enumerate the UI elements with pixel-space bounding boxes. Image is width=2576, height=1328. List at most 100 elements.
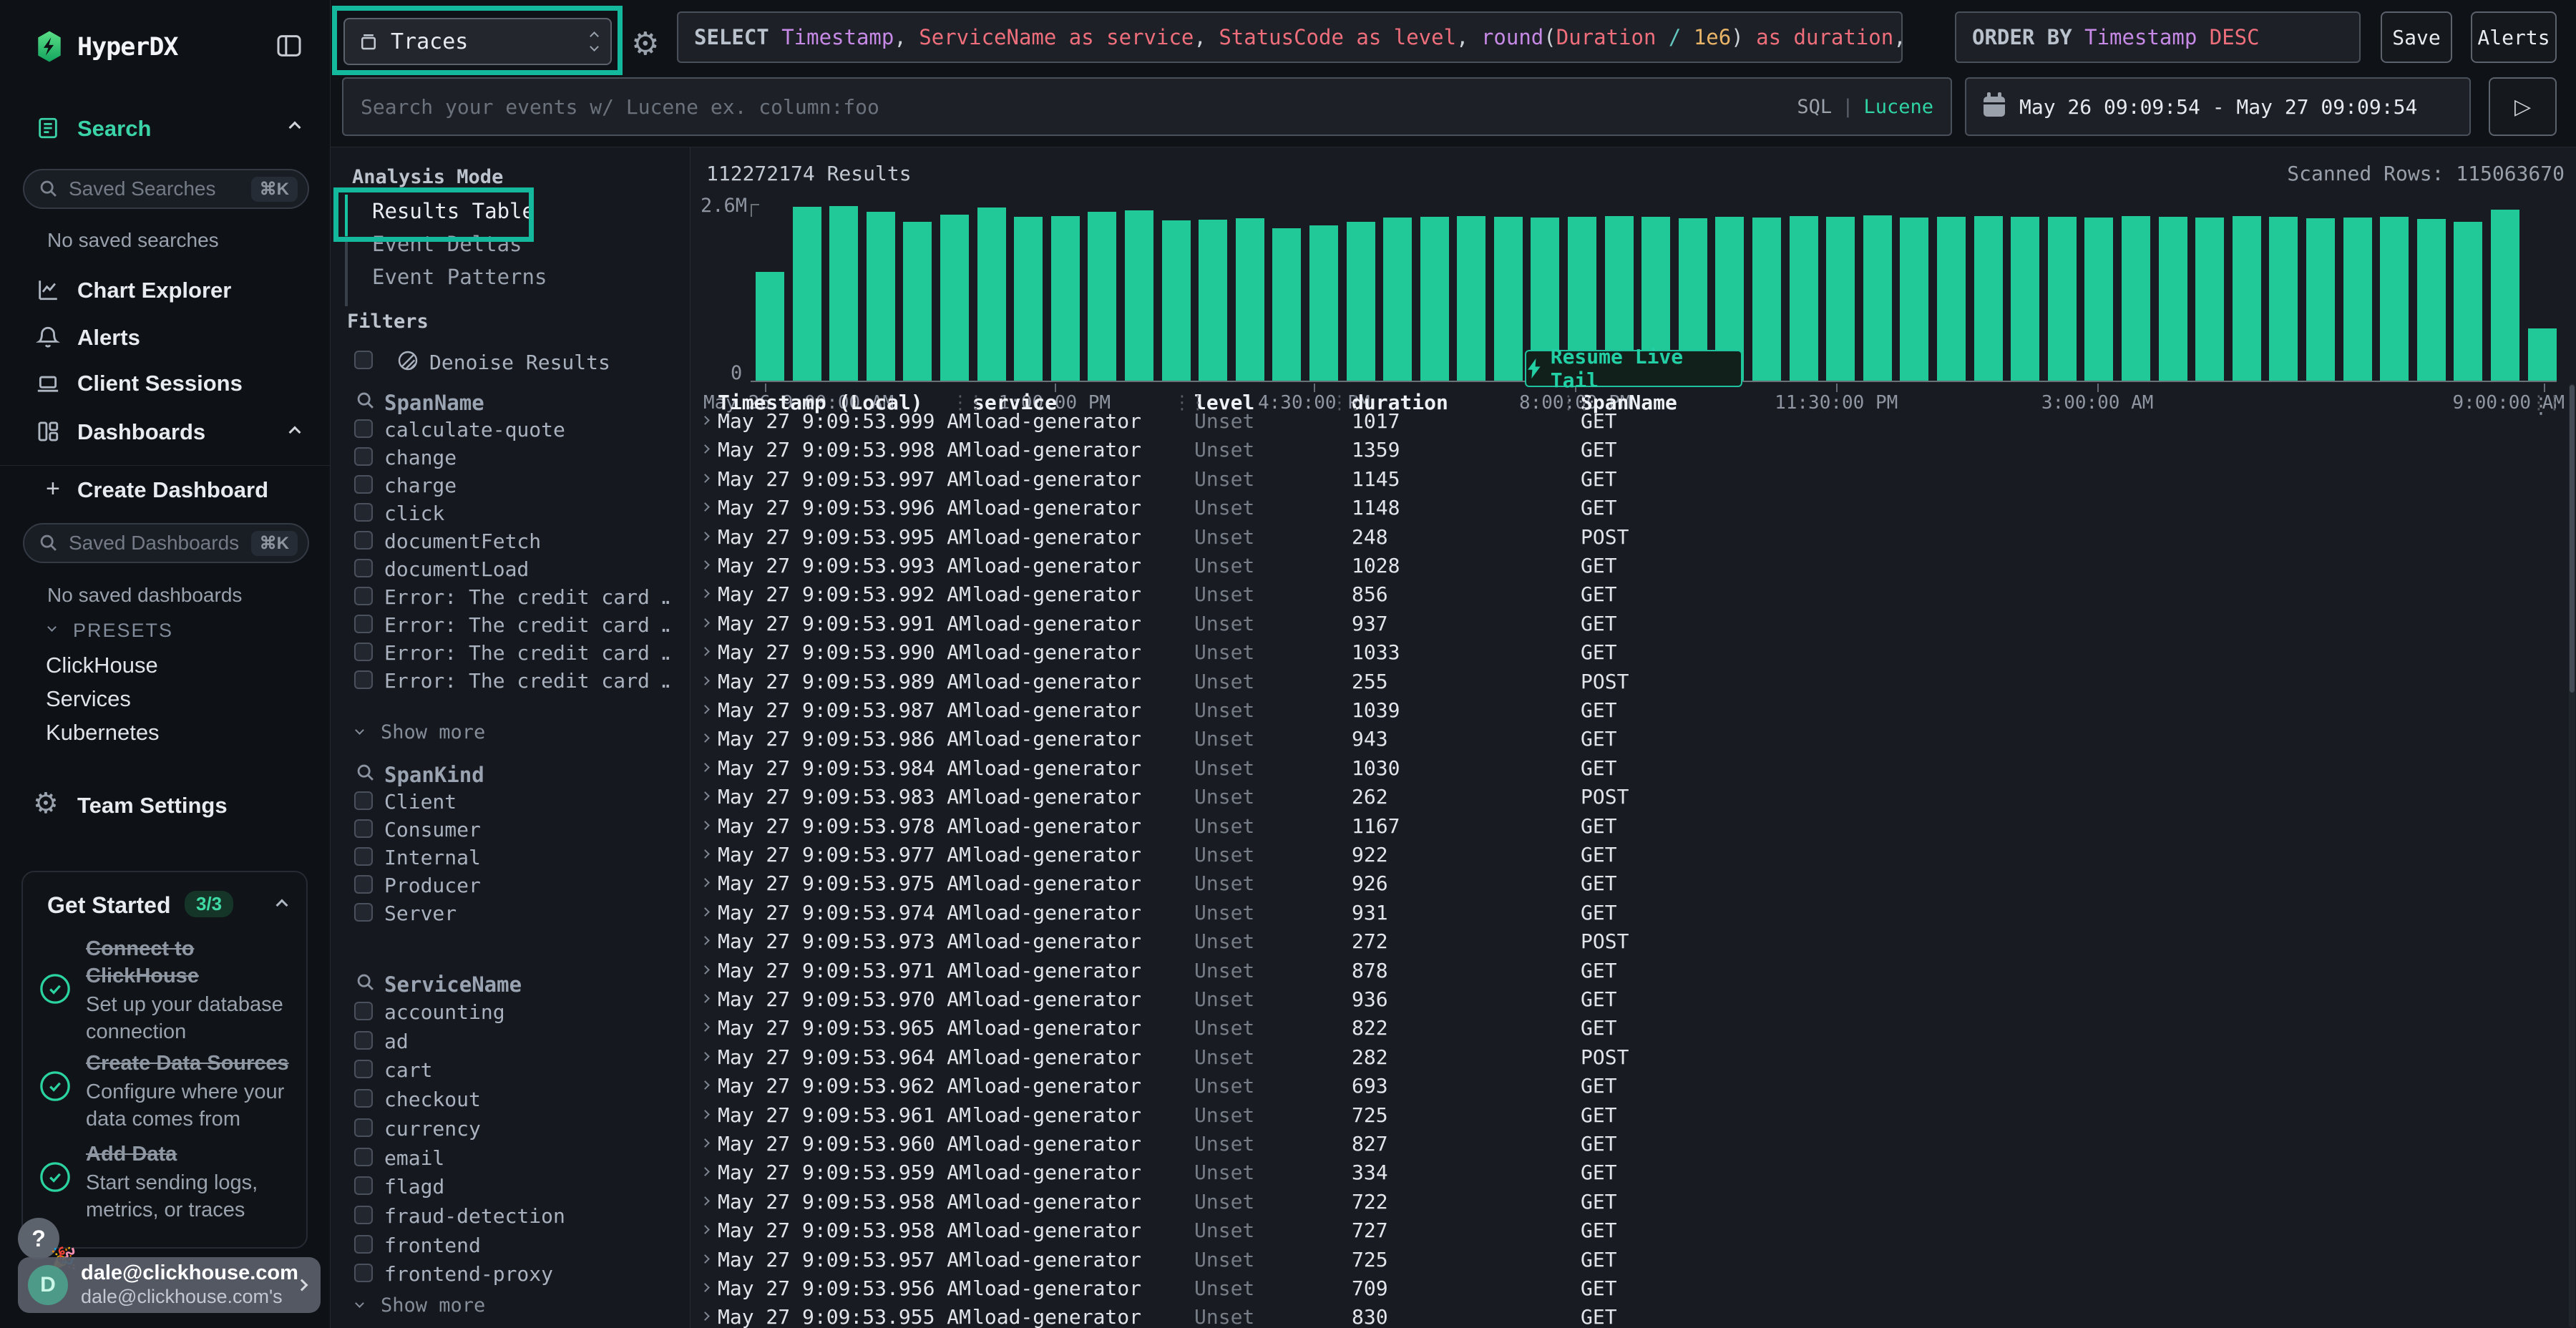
sidebar-item-client-sessions[interactable]: Client Sessions	[77, 371, 243, 396]
table-row[interactable]: May 27 9:09:53.977 AMload-generatorUnset…	[691, 841, 2551, 869]
table-row[interactable]: May 27 9:09:53.978 AMload-generatorUnset…	[691, 812, 2551, 841]
sidebar-preset-services[interactable]: Services	[46, 686, 131, 712]
filter-item-spanname-3[interactable]: click	[384, 502, 444, 525]
table-row[interactable]: May 27 9:09:53.964 AMload-generatorUnset…	[691, 1043, 2551, 1072]
sidebar-item-team-settings[interactable]: Team Settings	[77, 793, 228, 819]
filter-item-spanname-2[interactable]: charge	[384, 474, 457, 497]
histogram-bar-2[interactable]	[829, 206, 858, 381]
saved-searches-input[interactable]: Saved Searches ⌘K	[23, 169, 309, 209]
row-expand-chevron-icon[interactable]	[701, 763, 710, 772]
table-row[interactable]: May 27 9:09:53.987 AMload-generatorUnset…	[691, 696, 2551, 725]
row-expand-chevron-icon[interactable]	[701, 1052, 710, 1061]
filter-checkbox-servicename-2[interactable]	[354, 1060, 373, 1078]
date-range-picker[interactable]: May 26 09:09:54 - May 27 09:09:54	[1965, 77, 2471, 136]
table-row[interactable]: May 27 9:09:53.995 AMload-generatorUnset…	[691, 523, 2551, 552]
filter-checkbox-servicename-3[interactable]	[354, 1089, 373, 1108]
filter-item-servicename-5[interactable]: email	[384, 1146, 444, 1170]
analysis-mode-results-table[interactable]: Results Table	[372, 195, 535, 228]
user-menu[interactable]: D dale@clickhouse.com dale@clickhouse.co…	[18, 1257, 321, 1313]
filter-item-spanname-6[interactable]: Error: The credit card …	[384, 585, 670, 609]
sidebar-item-dashboards[interactable]: Dashboards	[77, 419, 205, 445]
histogram-bar-42[interactable]	[2306, 218, 2335, 381]
histogram-bar-39[interactable]	[2195, 218, 2224, 381]
histogram-bar-11[interactable]	[1162, 220, 1191, 381]
table-row[interactable]: May 27 9:09:53.999 AMload-generatorUnset…	[691, 407, 2551, 436]
analysis-mode-event-deltas[interactable]: Event Deltas	[372, 228, 522, 260]
lucene-toggle[interactable]: Lucene	[1863, 96, 1933, 118]
row-expand-chevron-icon[interactable]	[701, 734, 710, 743]
filter-checkbox-servicename-6[interactable]	[354, 1176, 373, 1195]
filter-group-search-icon[interactable]	[356, 391, 376, 414]
histogram-bar-19[interactable]	[1457, 216, 1485, 381]
filter-item-spankind-0[interactable]: Client	[384, 790, 457, 814]
filter-item-servicename-2[interactable]: cart	[384, 1058, 432, 1082]
table-row[interactable]: May 27 9:09:53.996 AMload-generatorUnset…	[691, 494, 2551, 522]
row-expand-chevron-icon[interactable]	[701, 965, 710, 975]
filter-checkbox-spankind-3[interactable]	[354, 875, 373, 894]
histogram-bar-38[interactable]	[2159, 217, 2187, 381]
table-row[interactable]: May 27 9:09:53.959 AMload-generatorUnset…	[691, 1158, 2551, 1187]
create-dashboard-button[interactable]: Create Dashboard	[77, 477, 268, 503]
row-expand-chevron-icon[interactable]	[701, 1168, 710, 1177]
sidebar-item-search[interactable]: Search	[77, 116, 151, 142]
filter-item-servicename-3[interactable]: checkout	[384, 1088, 481, 1111]
histogram-bar-1[interactable]	[793, 207, 821, 381]
filter-checkbox-spanname-4[interactable]	[354, 531, 373, 550]
histogram-bar-0[interactable]	[756, 272, 784, 381]
histogram-bar-32[interactable]	[1937, 217, 1966, 381]
collapse-sidebar-icon[interactable]	[275, 31, 303, 64]
save-button[interactable]: Save	[2381, 11, 2452, 63]
row-expand-chevron-icon[interactable]	[701, 416, 710, 425]
table-row[interactable]: May 27 9:09:53.975 AMload-generatorUnset…	[691, 869, 2551, 898]
resume-live-tail-button[interactable]: Resume Live Tail	[1525, 350, 1742, 387]
row-expand-chevron-icon[interactable]	[701, 1225, 710, 1234]
histogram-bar-14[interactable]	[1272, 228, 1301, 381]
row-expand-chevron-icon[interactable]	[701, 791, 710, 801]
row-expand-chevron-icon[interactable]	[701, 590, 710, 599]
table-row[interactable]: May 27 9:09:53.993 AMload-generatorUnset…	[691, 552, 2551, 580]
histogram-bar-6[interactable]	[977, 208, 1006, 381]
histogram-bar-48[interactable]	[2528, 328, 2557, 381]
filter-checkbox-servicename-7[interactable]	[354, 1206, 373, 1224]
histogram-bar-44[interactable]	[2380, 217, 2409, 381]
filter-checkbox-spankind-4[interactable]	[354, 903, 373, 922]
filter-item-servicename-8[interactable]: frontend	[384, 1234, 481, 1257]
histogram-bar-5[interactable]	[940, 215, 969, 381]
histogram-bar-9[interactable]	[1088, 212, 1116, 381]
filter-item-spankind-3[interactable]: Producer	[384, 874, 481, 897]
filter-group-name-spankind[interactable]: SpanKind	[384, 763, 484, 787]
histogram-bar-40[interactable]	[2233, 216, 2261, 381]
presets-chevron-icon[interactable]	[47, 622, 57, 632]
filter-checkbox-spanname-1[interactable]	[354, 447, 373, 466]
filter-item-spanname-1[interactable]: change	[384, 446, 457, 469]
sidebar-preset-kubernetes[interactable]: Kubernetes	[46, 720, 160, 746]
table-row[interactable]: May 27 9:09:53.990 AMload-generatorUnset…	[691, 638, 2551, 667]
histogram-bar-27[interactable]	[1752, 218, 1781, 381]
histogram-bar-41[interactable]	[2269, 217, 2298, 381]
histogram-bar-34[interactable]	[2011, 217, 2039, 381]
table-row[interactable]: May 27 9:09:53.957 AMload-generatorUnset…	[691, 1246, 2551, 1274]
row-expand-chevron-icon[interactable]	[701, 1138, 710, 1148]
filter-checkbox-spankind-2[interactable]	[354, 847, 373, 866]
filter-group-name-spanname[interactable]: SpanName	[384, 391, 484, 415]
filter-checkbox-spanname-6[interactable]	[354, 587, 373, 605]
filter-item-servicename-1[interactable]: ad	[384, 1030, 409, 1053]
histogram-bar-18[interactable]	[1420, 217, 1449, 381]
filter-item-spankind-4[interactable]: Server	[384, 902, 457, 925]
table-row[interactable]: May 27 9:09:53.992 AMload-generatorUnset…	[691, 580, 2551, 609]
histogram-bar-3[interactable]	[867, 212, 895, 381]
histogram-bar-4[interactable]	[903, 222, 932, 381]
histogram-bar-15[interactable]	[1309, 225, 1338, 381]
row-expand-chevron-icon[interactable]	[701, 474, 710, 483]
search-collapse-chevron-icon[interactable]	[289, 122, 301, 134]
table-row[interactable]: May 27 9:09:53.983 AMload-generatorUnset…	[691, 783, 2551, 811]
table-row[interactable]: May 27 9:09:53.962 AMload-generatorUnset…	[691, 1072, 2551, 1100]
table-row[interactable]: May 27 9:09:53.961 AMload-generatorUnset…	[691, 1101, 2551, 1130]
filter-item-spanname-8[interactable]: Error: The credit card …	[384, 641, 670, 665]
histogram-bar-36[interactable]	[2084, 218, 2113, 381]
table-row[interactable]: May 27 9:09:53.970 AMload-generatorUnset…	[691, 985, 2551, 1014]
filter-checkbox-spankind-1[interactable]	[354, 819, 373, 838]
row-expand-chevron-icon[interactable]	[701, 1023, 710, 1032]
row-expand-chevron-icon[interactable]	[701, 560, 710, 570]
table-row[interactable]: May 27 9:09:53.973 AMload-generatorUnset…	[691, 927, 2551, 956]
